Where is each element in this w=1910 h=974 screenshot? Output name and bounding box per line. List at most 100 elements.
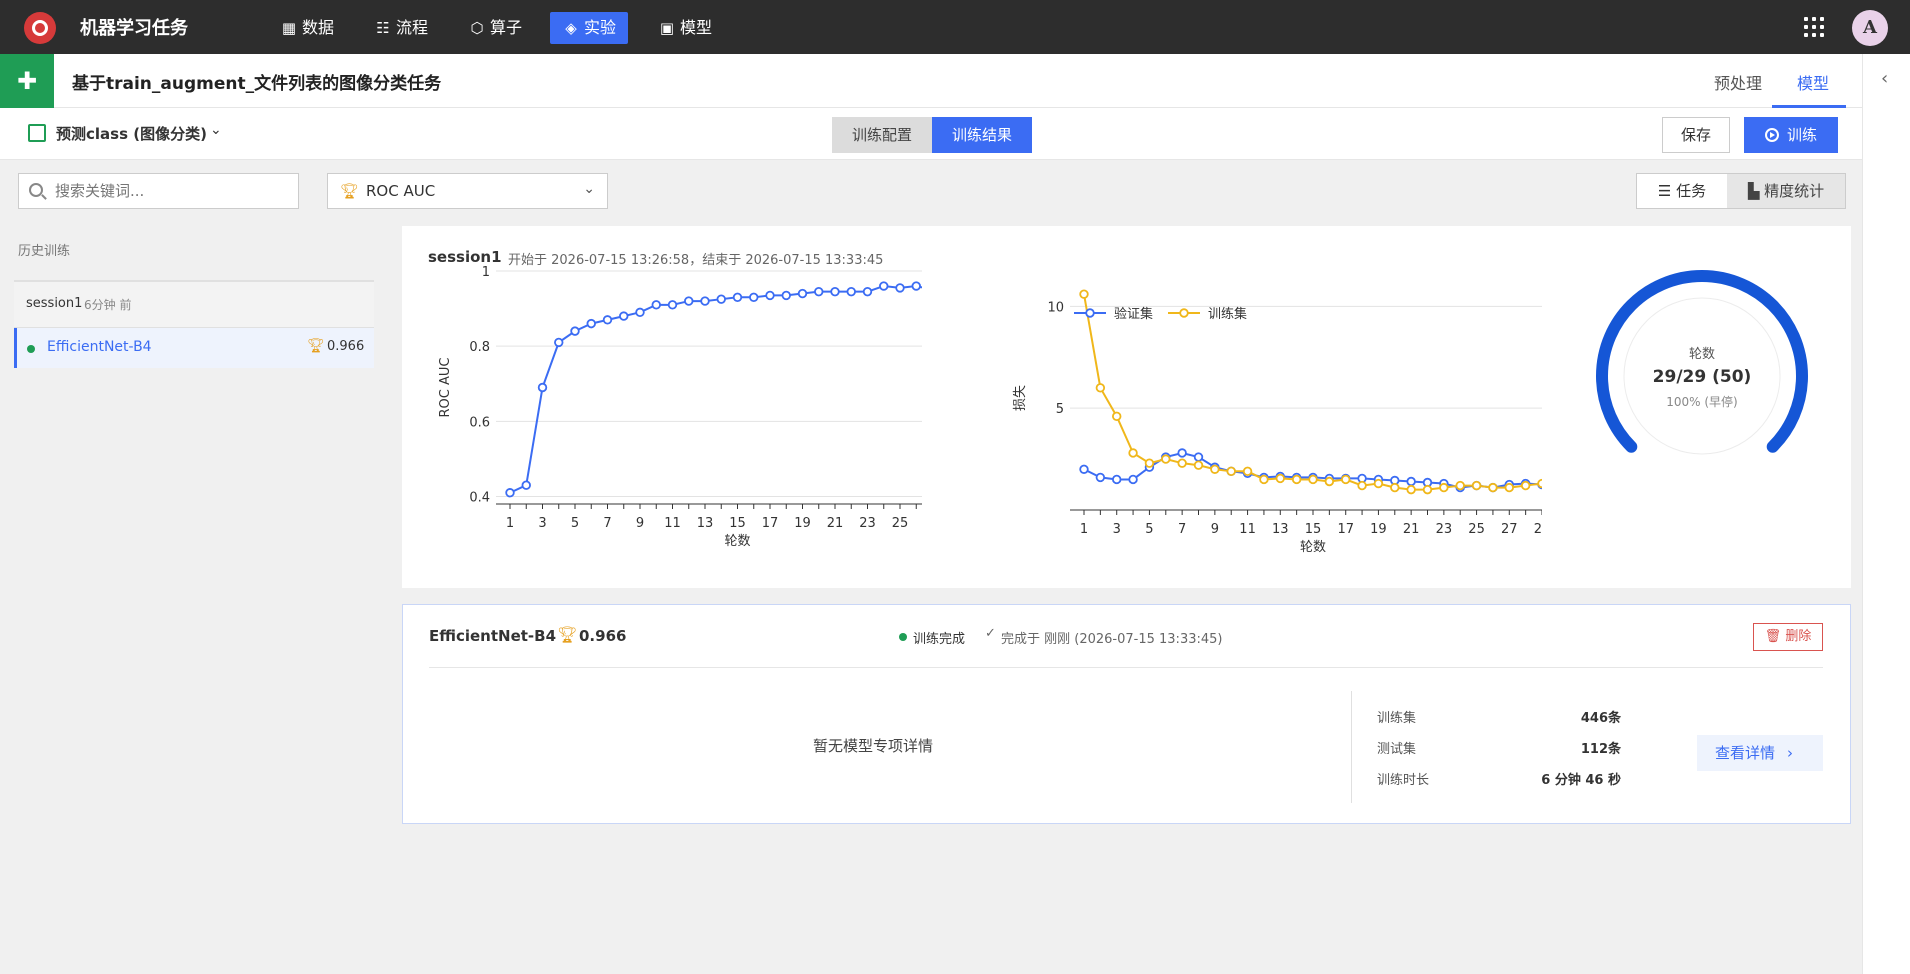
empty-model-details: 暂无模型专项详情 <box>813 737 934 755</box>
model-card-score: 0.966 <box>579 627 627 645</box>
y-axis-label: 损失 <box>1013 385 1028 411</box>
model-card: EfficientNet-B4 🏆︎ 0.966 训练完成 ✓ 完成于 刚刚 (… <box>402 604 1851 824</box>
apps-grid-icon[interactable] <box>1804 17 1824 37</box>
delete-button[interactable]: 🗑︎ 删除 <box>1753 623 1823 651</box>
data-point <box>1259 474 1269 485</box>
nav-flow[interactable]: ☷ 流程 <box>362 12 440 44</box>
search-box[interactable] <box>18 173 299 209</box>
x-tick-label: 1 <box>1080 522 1088 537</box>
stat-test-value: 112条 <box>1580 742 1621 757</box>
data-point <box>765 290 775 301</box>
x-tick-label: 21 <box>1403 522 1420 537</box>
x-axis-label: 轮数 <box>1300 540 1326 555</box>
segment-train-result[interactable]: 训练结果 <box>932 117 1032 153</box>
data-point <box>1390 482 1400 493</box>
x-tick-label: 7 <box>1178 522 1186 537</box>
x-tick-label: 7 <box>603 516 611 531</box>
trophy-icon: 🏆︎ <box>307 338 325 354</box>
x-tick-label: 5 <box>1145 522 1153 537</box>
trash-icon: 🗑︎ <box>1764 629 1786 644</box>
x-tick-label: 1 <box>506 516 514 531</box>
x-axis-label: 轮数 <box>724 534 750 549</box>
data-point <box>1373 478 1384 489</box>
image-chart-icon <box>28 124 46 142</box>
operator-icon: ⬡ <box>470 19 484 37</box>
play-icon <box>1764 128 1779 142</box>
gauge-value: 29/29 (50) <box>1653 367 1752 387</box>
x-tick-label: 15 <box>1305 522 1322 537</box>
data-point <box>846 286 856 297</box>
check-icon: ✓ <box>985 626 996 641</box>
search-input[interactable] <box>53 174 293 208</box>
y-tick-label: 10 <box>1047 300 1064 315</box>
view-details-button[interactable]: 查看详情 › <box>1697 735 1823 771</box>
chevron-right-icon: › <box>1787 744 1794 762</box>
epoch-gauge: 轮数 29/29 (50) 100% (早停) <box>1596 270 1808 455</box>
view-toggle: ☰ 任务 ▙ 精度统计 <box>1636 173 1846 209</box>
data-point <box>505 488 515 498</box>
session-header[interactable]: session1 6分钟 前 <box>14 282 374 328</box>
data-point <box>1095 383 1106 393</box>
x-tick-label: 5 <box>571 516 579 531</box>
roc-auc-chart: 0.40.60.811357911131517192123252729轮数ROC… <box>438 265 922 549</box>
data-point <box>1324 476 1335 487</box>
nav-model[interactable]: ▣ 模型 <box>646 12 724 44</box>
data-point <box>521 480 531 490</box>
data-point <box>1112 474 1122 485</box>
status-dot <box>27 345 35 353</box>
data-point <box>619 311 629 321</box>
session-time: 6分钟 前 <box>84 298 132 312</box>
train-button[interactable]: 训练 <box>1744 117 1838 153</box>
x-tick-label: 11 <box>664 516 681 531</box>
model-done-time: 完成于 刚刚 (2026-07-15 13:33:45) <box>1001 632 1223 647</box>
y-tick-label: 5 <box>1056 402 1064 417</box>
x-tick-label: 13 <box>1272 522 1289 537</box>
data-point <box>1455 480 1465 491</box>
y-tick-label: 0.8 <box>469 340 490 355</box>
y-axis-label: ROC AUC <box>438 358 453 418</box>
nav-experiment[interactable]: ◈ 实验 <box>550 12 629 44</box>
x-tick-label: 15 <box>729 516 746 531</box>
history-model-name: EfficientNet-B4 <box>47 339 152 355</box>
data-point <box>537 382 548 393</box>
data-point <box>586 318 596 329</box>
save-button[interactable]: 保存 <box>1662 117 1730 153</box>
data-point <box>1095 472 1106 483</box>
legend-marker <box>1179 308 1189 318</box>
x-tick-label: 9 <box>1211 522 1219 537</box>
data-point <box>1275 473 1285 484</box>
app-logo[interactable] <box>24 12 56 44</box>
chevron-down-icon[interactable]: ⌄ <box>210 122 222 138</box>
data-point <box>1308 474 1318 485</box>
target-selector[interactable]: 预测class (图像分类) <box>56 123 207 144</box>
data-point <box>570 326 580 336</box>
session-card: session1 开始于 2026-07-15 13:26:58，结束于 202… <box>402 226 1851 588</box>
data-point <box>1226 466 1236 477</box>
x-tick-label: 9 <box>636 516 644 531</box>
data-point <box>1128 474 1138 485</box>
data-point <box>1079 289 1089 299</box>
metric-select[interactable]: 🏆︎ ROC AUC ⌄ <box>327 173 608 209</box>
data-point <box>1193 460 1204 470</box>
data-point <box>716 294 726 304</box>
trophy-icon: 🏆︎ <box>340 182 360 200</box>
history-model-item[interactable]: EfficientNet-B4 🏆︎ 0.966 <box>14 328 374 368</box>
data-point <box>651 300 661 310</box>
data-point <box>554 337 564 348</box>
chevron-left-icon[interactable]: ‹ <box>1881 68 1888 89</box>
segment-train-config[interactable]: 训练配置 <box>832 117 932 153</box>
data-point <box>814 286 824 297</box>
nav-data[interactable]: ▦ 数据 <box>268 12 346 44</box>
view-accuracy-stats[interactable]: ▙ 精度统计 <box>1727 174 1845 208</box>
x-tick-label: 19 <box>1370 522 1387 537</box>
nav-operator[interactable]: ⬡ 算子 <box>456 12 534 44</box>
flow-icon: ☷ <box>376 19 390 37</box>
chart-icon: ▙ <box>1747 182 1765 200</box>
data-point <box>1422 484 1433 495</box>
tab-model[interactable]: 模型 <box>1797 70 1829 94</box>
tab-preprocess[interactable]: 预处理 <box>1714 70 1762 94</box>
view-tasks[interactable]: ☰ 任务 <box>1637 174 1727 208</box>
gauge-subtext: 100% (早停) <box>1666 394 1738 409</box>
x-tick-label: 3 <box>538 516 546 531</box>
user-avatar[interactable]: A <box>1852 10 1888 46</box>
